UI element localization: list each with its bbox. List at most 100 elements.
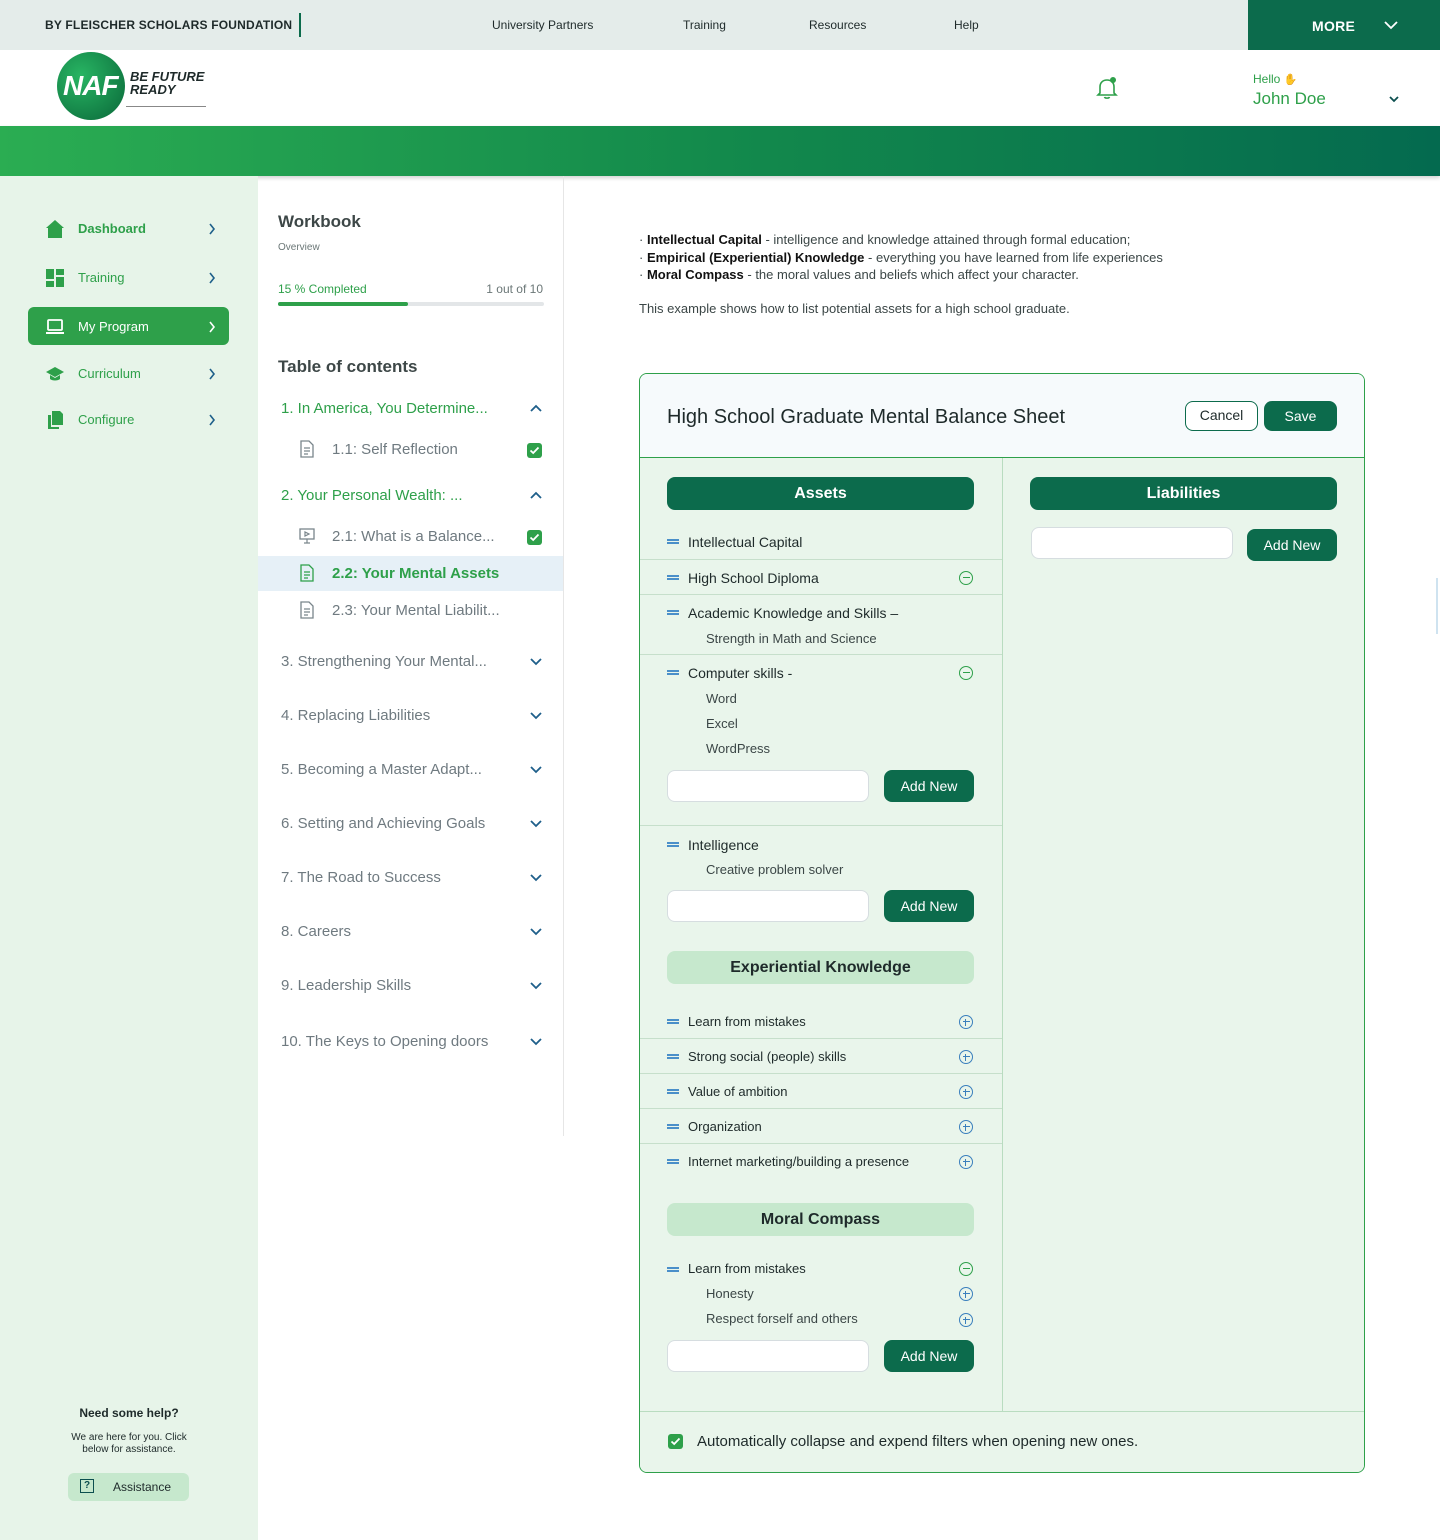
experiential-row[interactable]: Organization: [640, 1109, 1002, 1144]
nav-resources[interactable]: Resources: [809, 18, 866, 32]
assistance-button[interactable]: ? Assistance: [68, 1473, 189, 1501]
toc-chapter-9[interactable]: 9. Leadership Skills: [281, 977, 544, 994]
moral-compass-header[interactable]: Moral Compass: [667, 1203, 974, 1236]
add-circle-icon[interactable]: [959, 1120, 973, 1134]
drag-handle-icon[interactable]: [667, 1089, 679, 1094]
chevron-down-icon[interactable]: [529, 1036, 543, 1046]
drag-handle-icon[interactable]: [667, 1267, 679, 1272]
add-new-button[interactable]: Add New: [884, 1340, 974, 1372]
toc-chapter-6[interactable]: 6. Setting and Achieving Goals: [281, 815, 544, 832]
chevron-up-icon[interactable]: [529, 490, 543, 500]
sidebar-item-curriculum[interactable]: Curriculum: [28, 354, 229, 392]
toc-lesson-1-1[interactable]: 1.1: Self Reflection: [258, 432, 563, 467]
save-button[interactable]: Save: [1264, 401, 1337, 431]
drag-handle-icon[interactable]: [667, 1159, 679, 1164]
experiential-row[interactable]: Internet marketing/building a presence: [640, 1144, 1002, 1179]
toc-lesson-2-1[interactable]: 2.1: What is a Balance...: [258, 519, 563, 554]
sidebar-item-dashboard[interactable]: Dashboard: [28, 209, 229, 247]
chapter-label: 2. Your Personal Wealth: ...: [281, 487, 463, 504]
moral-row[interactable]: Learn from mistakes Honesty Respect fors…: [640, 1252, 1002, 1382]
cancel-button[interactable]: Cancel: [1185, 401, 1258, 431]
drag-handle-icon[interactable]: [667, 1054, 679, 1059]
add-item-input[interactable]: [667, 770, 869, 802]
chevron-down-icon[interactable]: [529, 710, 543, 720]
asset-label: Intellectual Capital: [688, 534, 803, 550]
add-new-button[interactable]: Add New: [884, 890, 974, 922]
intro-term: Empirical (Experiential) Knowledge: [646, 249, 865, 265]
add-circle-icon[interactable]: [959, 1050, 973, 1064]
toc-chapter-8[interactable]: 8. Careers: [281, 923, 544, 940]
chevron-down-icon[interactable]: [529, 872, 543, 882]
add-item-input[interactable]: [667, 890, 869, 922]
documents-icon: [48, 411, 63, 429]
chevron-down-icon[interactable]: [529, 926, 543, 936]
lesson-label: 1.1: Self Reflection: [332, 441, 458, 458]
collapse-icon[interactable]: [959, 1262, 973, 1276]
experiential-knowledge-header[interactable]: Experiential Knowledge: [667, 951, 974, 984]
chevron-down-icon[interactable]: [529, 818, 543, 828]
balance-sheet-card: High School Graduate Mental Balance Shee…: [639, 373, 1365, 1473]
auto-collapse-checkbox[interactable]: [668, 1434, 683, 1449]
scrollbar-thumb[interactable]: [1436, 578, 1438, 634]
more-button[interactable]: MORE: [1248, 0, 1440, 50]
experiential-row[interactable]: Learn from mistakes: [640, 1004, 1002, 1039]
liability-input[interactable]: [1031, 527, 1233, 559]
intro-desc: - the moral values and beliefs which aff…: [743, 267, 1079, 282]
naf-logo[interactable]: NAF: [57, 52, 125, 120]
asset-row-academic-knowledge[interactable]: Academic Knowledge and Skills – Strength…: [640, 595, 1002, 655]
intro-item: · Moral Compass - the moral values and b…: [639, 267, 1079, 282]
experiential-row[interactable]: Strong social (people) skills: [640, 1039, 1002, 1074]
experiential-row[interactable]: Value of ambition: [640, 1074, 1002, 1109]
add-circle-icon[interactable]: [959, 1287, 973, 1301]
drag-handle-icon[interactable]: [667, 670, 679, 675]
asset-row-computer-skills[interactable]: Computer skills - Word Excel WordPress A…: [640, 655, 1002, 826]
toc-lesson-2-3[interactable]: 2.3: Your Mental Liabilit...: [258, 593, 563, 628]
drag-handle-icon[interactable]: [667, 610, 679, 615]
asset-row-high-school-diploma[interactable]: High School Diploma: [640, 560, 1002, 595]
asset-row-intellectual-capital[interactable]: Intellectual Capital: [640, 524, 1002, 560]
toc-chapter-2[interactable]: 2. Your Personal Wealth: ...: [281, 487, 544, 504]
drag-handle-icon[interactable]: [667, 539, 679, 544]
add-new-button[interactable]: Add New: [884, 770, 974, 802]
add-item-input[interactable]: [667, 1340, 869, 1372]
drag-handle-icon[interactable]: [667, 1124, 679, 1129]
drag-handle-icon[interactable]: [667, 1019, 679, 1024]
add-new-liability-button[interactable]: Add New: [1247, 529, 1337, 561]
drag-handle-icon[interactable]: [667, 575, 679, 580]
user-name[interactable]: John Doe: [1253, 89, 1326, 109]
sidebar-item-configure[interactable]: Configure: [28, 400, 229, 438]
add-circle-icon[interactable]: [959, 1015, 973, 1029]
sidebar-item-training[interactable]: Training: [28, 258, 229, 296]
add-circle-icon[interactable]: [959, 1085, 973, 1099]
chevron-down-icon: [1384, 21, 1398, 30]
workbook-subtitle[interactable]: Overview: [278, 242, 320, 253]
toc-lesson-2-2[interactable]: 2.2: Your Mental Assets: [258, 556, 563, 591]
chevron-up-icon[interactable]: [529, 403, 543, 413]
nav-help[interactable]: Help: [954, 18, 979, 32]
user-menu-chevron-icon[interactable]: [1388, 94, 1400, 104]
chevron-down-icon[interactable]: [529, 980, 543, 990]
toc-chapter-4[interactable]: 4. Replacing Liabilities: [281, 707, 544, 724]
chevron-down-icon[interactable]: [529, 656, 543, 666]
drag-handle-icon[interactable]: [667, 842, 679, 847]
sidebar-item-my-program[interactable]: My Program: [28, 307, 229, 345]
nav-university-partners[interactable]: University Partners: [492, 18, 593, 32]
toc-chapter-1[interactable]: 1. In America, You Determine...: [281, 400, 544, 417]
asset-row-intelligence[interactable]: Intelligence Creative problem solver Add…: [640, 826, 1002, 946]
toc-chapter-5[interactable]: 5. Becoming a Master Adapt...: [281, 761, 544, 778]
toc-chapter-3[interactable]: 3. Strengthening Your Mental...: [281, 653, 544, 670]
add-circle-icon[interactable]: [959, 1155, 973, 1169]
notification-bell-icon[interactable]: [1096, 76, 1118, 100]
toc-chapter-7[interactable]: 7. The Road to Success: [281, 869, 544, 886]
liabilities-header: Liabilities: [1030, 477, 1337, 510]
chevron-down-icon[interactable]: [529, 764, 543, 774]
toc-chapter-10[interactable]: 10. The Keys to Opening doors: [281, 1033, 544, 1050]
experiential-label: Value of ambition: [688, 1084, 788, 1099]
collapse-icon[interactable]: [959, 666, 973, 680]
workbook-title: Workbook: [278, 212, 361, 231]
collapse-icon[interactable]: [959, 571, 973, 585]
balance-sheet-footer: Automatically collapse and expend filter…: [640, 1411, 1364, 1472]
nav-training[interactable]: Training: [683, 18, 726, 32]
add-circle-icon[interactable]: [959, 1313, 973, 1327]
moral-sub-label: Respect forself and others: [706, 1311, 858, 1326]
